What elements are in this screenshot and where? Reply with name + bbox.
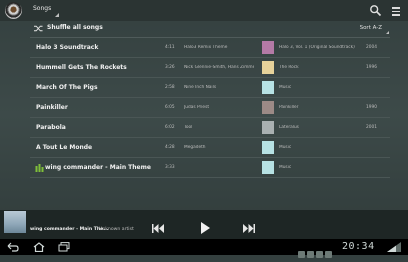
song-row[interactable]: wing commander - Main Theme 3:33 Music <box>30 158 390 178</box>
song-album: Halo 3, Vol. 1 (Original Soundtrack) <box>279 45 355 50</box>
album-cover-thumbnail <box>262 121 274 134</box>
shuffle-all-row[interactable]: Shuffle all songs Sort A-Z <box>30 21 390 38</box>
song-duration: 3:26 <box>165 65 175 70</box>
album-cover-thumbnail <box>262 61 274 74</box>
song-year: 2004 <box>366 45 377 50</box>
song-album: The Rock <box>279 65 299 70</box>
notification-icons[interactable] <box>298 243 334 262</box>
song-year: 1990 <box>366 105 377 110</box>
spinner-caret-icon <box>55 13 59 17</box>
next-track-icon[interactable] <box>243 224 255 233</box>
recent-apps-icon[interactable] <box>58 242 70 252</box>
song-title: Halo 3 Soundtrack <box>36 44 99 51</box>
album-cover-thumbnail <box>262 141 274 154</box>
action-bar: Songs <box>0 0 408 21</box>
music-app-icon[interactable] <box>5 2 22 19</box>
song-duration: 4:28 <box>165 145 175 150</box>
song-row[interactable]: Hummell Gets The Rockets 3:26 Nick Glenn… <box>30 58 390 78</box>
previous-track-icon[interactable] <box>152 224 164 233</box>
sort-caret-icon <box>386 31 389 34</box>
view-spinner[interactable]: Songs <box>33 5 51 12</box>
overflow-menu-icon[interactable] <box>389 4 402 17</box>
now-playing-bar[interactable]: wing commander - Main The... Unknown art… <box>0 210 408 239</box>
song-album: Lateralus <box>279 125 299 130</box>
song-artist: Nick Glennie-Smith, Hans Zimmer <box>184 65 254 70</box>
song-artist: Nine Inch Nails <box>184 85 217 90</box>
song-duration: 6:02 <box>165 125 175 130</box>
song-album: Music <box>279 145 292 150</box>
clock[interactable]: 20:34 <box>342 241 375 252</box>
now-playing-title: wing commander - Main The... <box>30 227 109 232</box>
shuffle-icon <box>34 25 43 32</box>
song-album: Painkiller <box>279 105 299 110</box>
search-icon[interactable] <box>369 4 382 17</box>
song-year: 1996 <box>366 65 377 70</box>
song-duration: 6:05 <box>165 105 175 110</box>
song-artist: Halo3 Remix Theme <box>184 45 228 50</box>
song-artist: Judas Priest <box>184 105 209 110</box>
album-cover-thumbnail <box>262 81 274 94</box>
system-bar: 20:34 <box>0 239 408 258</box>
album-cover-thumbnail <box>262 161 274 174</box>
back-icon[interactable] <box>7 242 19 252</box>
now-playing-artist: Unknown artist <box>99 227 134 232</box>
song-album: Music <box>279 165 292 170</box>
song-row[interactable]: Parabola 6:02 Tool Lateralus 2001 <box>30 118 390 138</box>
song-artist: Tool <box>184 125 193 130</box>
song-title: A Tout Le Monde <box>36 144 93 151</box>
song-duration: 4:11 <box>165 45 175 50</box>
song-title: March Of The Pigs <box>36 84 98 91</box>
song-row[interactable]: Painkiller 6:05 Judas Priest Painkiller … <box>30 98 390 118</box>
album-cover-thumbnail <box>262 101 274 114</box>
song-artist: Megadeth <box>184 145 206 150</box>
wifi-signal-icon <box>387 242 401 252</box>
song-row[interactable]: A Tout Le Monde 4:28 Megadeth Music <box>30 138 390 158</box>
song-year: 2001 <box>366 125 377 130</box>
song-row[interactable]: March Of The Pigs 2:58 Nine Inch Nails M… <box>30 78 390 98</box>
play-icon[interactable] <box>199 222 211 234</box>
now-playing-album-art[interactable] <box>4 211 26 233</box>
shuffle-label: Shuffle all songs <box>47 24 103 31</box>
song-album: Music <box>279 85 292 90</box>
song-title: Painkiller <box>36 104 68 111</box>
song-list: Halo 3 Soundtrack 4:11 Halo3 Remix Theme… <box>30 38 390 178</box>
now-playing-icon <box>35 164 44 172</box>
song-duration: 2:58 <box>165 85 175 90</box>
song-row[interactable]: Halo 3 Soundtrack 4:11 Halo3 Remix Theme… <box>30 38 390 58</box>
song-title: wing commander - Main Theme <box>45 164 151 171</box>
song-title: Hummell Gets The Rockets <box>36 64 127 71</box>
song-title: Parabola <box>36 124 66 131</box>
song-duration: 3:33 <box>165 165 175 170</box>
home-icon[interactable] <box>33 242 45 252</box>
sort-dropdown[interactable]: Sort A-Z <box>360 25 382 31</box>
album-cover-thumbnail <box>262 41 274 54</box>
